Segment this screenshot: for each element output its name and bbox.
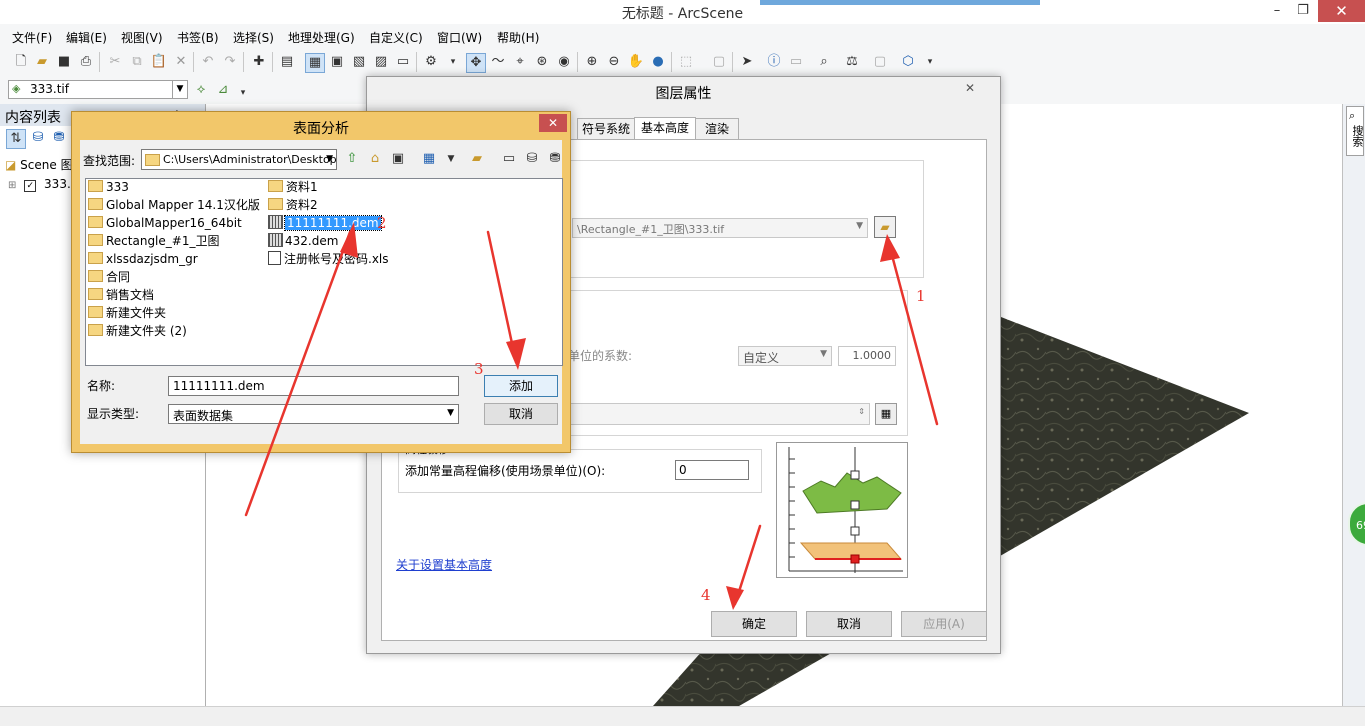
annotation-1: 1 [916,287,926,305]
annotation-3: 3 [474,360,484,378]
annotation-2: 2 [377,214,387,232]
annotation-4: 4 [701,586,711,604]
annotation-arrows [244,222,939,610]
